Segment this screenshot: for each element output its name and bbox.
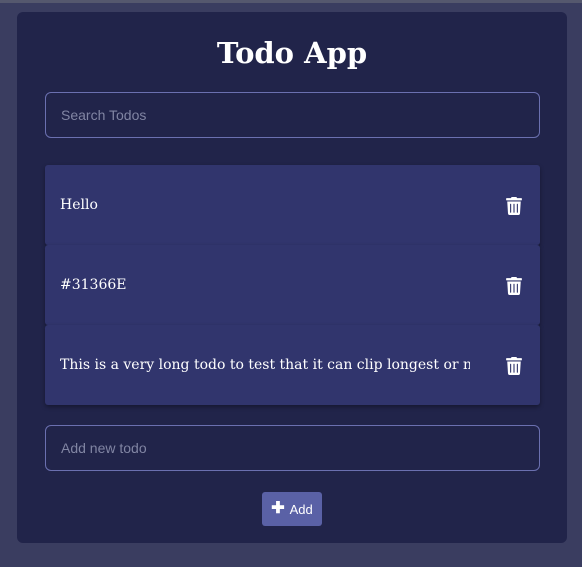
trash-icon[interactable] xyxy=(506,277,522,295)
todo-item-text: #31366E xyxy=(60,277,127,293)
app-title: Todo App xyxy=(216,36,368,70)
window-top-bar xyxy=(0,0,582,3)
todo-item[interactable]: #31366E xyxy=(45,245,540,325)
plus-icon: ✚ xyxy=(271,500,285,517)
todo-item[interactable]: Hello xyxy=(45,165,540,245)
todo-item-text: This is a very long todo to test that it… xyxy=(60,357,470,373)
new-todo-input[interactable] xyxy=(45,425,540,471)
trash-icon[interactable] xyxy=(506,357,522,375)
todo-app-card: Todo App Hello #31366E This is a very lo… xyxy=(17,12,567,543)
add-todo-button[interactable]: ✚ Add xyxy=(262,492,322,526)
search-input[interactable] xyxy=(45,92,540,138)
trash-icon[interactable] xyxy=(506,197,522,215)
todo-list: Hello #31366E This is a very long todo t… xyxy=(45,165,540,405)
todo-item[interactable]: This is a very long todo to test that it… xyxy=(45,325,540,405)
add-button-label: Add xyxy=(289,501,313,517)
todo-item-text: Hello xyxy=(60,197,98,213)
